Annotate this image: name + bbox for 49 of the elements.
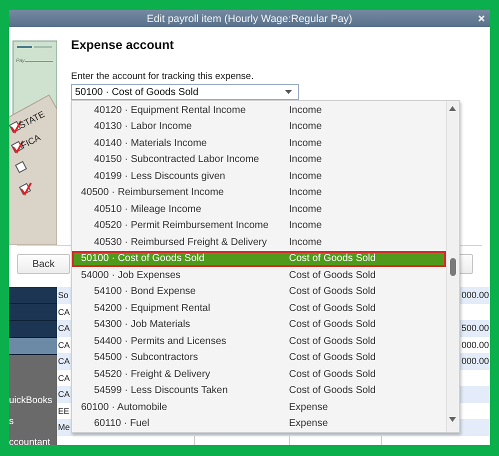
account-option[interactable]: 54500 · Subcontractors Cost of Goods Sold (72, 350, 446, 366)
sidebar-label[interactable]: ccountant (9, 436, 57, 445)
sidebar-label[interactable]: s (9, 415, 57, 428)
account-option[interactable]: 40530 · Reimbursed Freight & Delivery Income (72, 234, 446, 250)
account-option[interactable]: 40510 · Mileage Income Income (72, 201, 446, 218)
account-option[interactable]: 54300 · Job Materials Cost of Goods Sold (72, 316, 446, 333)
table-cell-text: CA (58, 306, 70, 318)
account-option[interactable]: 54100 · Bond Expense Cost of Goods Sold (72, 284, 446, 300)
account-option[interactable]: 40150 · Subcontracted Labor Income Income (72, 152, 446, 168)
account-option[interactable]: 60100 · Automobile Expense (72, 399, 446, 416)
amount-cell-text: 000.00 (460, 289, 490, 302)
sidebar-item[interactable] (9, 338, 57, 355)
table-cell-text: CA (58, 388, 70, 401)
account-option[interactable]: 40130 · Labor Income Income (72, 118, 446, 135)
table-cell-text: Me (58, 421, 70, 434)
scrollbar[interactable] (446, 101, 459, 432)
amount-cell-text: 000.00 (460, 355, 490, 368)
account-option[interactable]: 40500 · Reimbursement Income Income (72, 184, 446, 201)
table-cell-text: EE (58, 404, 70, 418)
account-option[interactable]: 60110 · Fuel Expense (72, 416, 446, 432)
account-prompt: Enter the account for tracking this expense. (71, 71, 255, 83)
account-option[interactable]: 54000 · Job Expenses Cost of Goods Sold (72, 267, 446, 284)
amount-cell-text: 500.00 (460, 322, 490, 335)
account-option[interactable]: 50100 · Cost of Goods Sold Cost of Goods Sold (72, 250, 446, 267)
account-combo-field[interactable]: 50100 · Cost of Goods Sold (71, 84, 299, 100)
window-title: Edit payroll item (Hourly Wage:Regular Pay) (146, 12, 352, 24)
account-option[interactable]: 40520 · Permit Reimbursement Income Income (72, 218, 446, 234)
table-cell-text: CA (58, 372, 70, 384)
sidebar-label[interactable]: uickBooks (9, 394, 57, 407)
close-icon[interactable] (478, 15, 485, 22)
fica-label: FICA (19, 132, 42, 151)
account-option[interactable]: 54200 · Equipment Rental Cost of Goods Sold (72, 300, 446, 316)
account-option[interactable]: 40140 · Materials Income Income (72, 135, 446, 152)
account-option[interactable]: 54599 · Less Discounts Taken Cost of Goods Sold (72, 382, 446, 399)
section-heading: Expense account (71, 38, 175, 54)
scroll-up-icon[interactable] (449, 106, 456, 111)
account-option[interactable]: 54400 · Permits and Licenses Cost of Goods Sold (72, 333, 446, 350)
table-cell-text: CA (58, 338, 70, 352)
account-option[interactable]: 54520 · Freight & Delivery Cost of Goods Sold (72, 366, 446, 382)
table-cell-text: CA (58, 355, 70, 368)
back-button[interactable]: Back (17, 254, 70, 274)
dropdown-caret-icon (285, 90, 292, 94)
scroll-thumb[interactable] (450, 258, 456, 276)
table-cell-text: So (58, 289, 68, 302)
table-cell-text: CA (58, 322, 70, 335)
account-option[interactable]: 40120 · Equipment Rental Income Income (72, 102, 446, 118)
amount-cell-text: 000.00 (460, 338, 490, 352)
scroll-down-icon[interactable] (449, 417, 456, 422)
account-option[interactable]: 40199 · Less Discounts given Income (72, 168, 446, 184)
